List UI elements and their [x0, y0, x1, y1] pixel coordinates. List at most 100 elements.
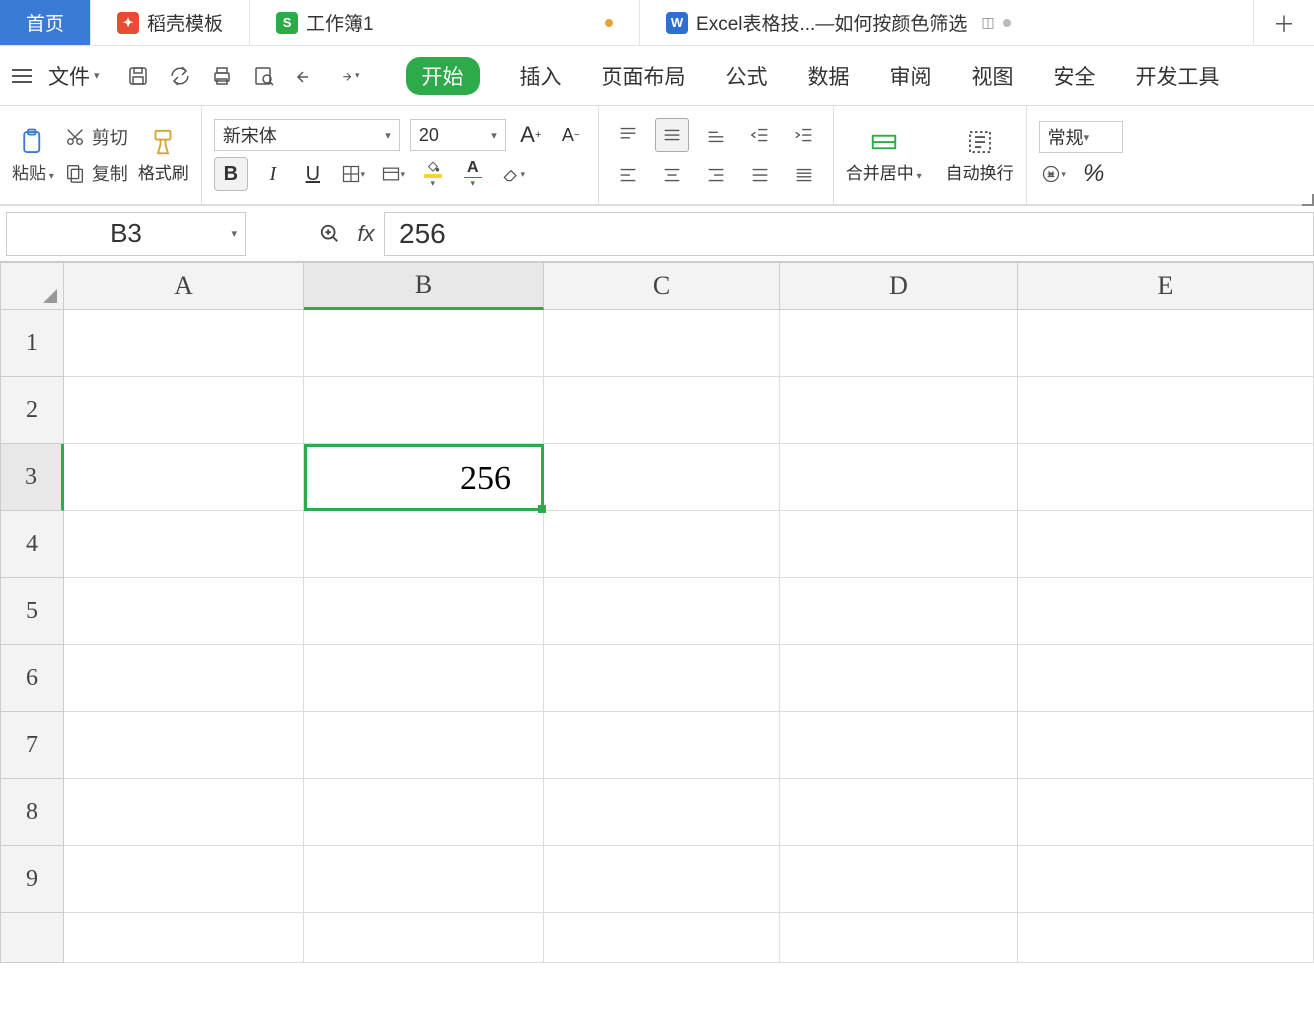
border-button[interactable] [338, 159, 368, 189]
increase-font-button[interactable]: A+ [516, 120, 546, 150]
row-header-5[interactable]: 5 [0, 578, 64, 645]
menu-start[interactable]: 开始 [406, 57, 480, 95]
hamburger-icon[interactable] [4, 69, 32, 83]
cell[interactable] [1018, 578, 1314, 645]
cell[interactable] [304, 645, 544, 712]
format-painter-button[interactable]: 格式刷 [138, 127, 189, 184]
align-left-button[interactable] [611, 158, 645, 192]
menu-view[interactable]: 视图 [972, 61, 1014, 91]
currency-button[interactable] [1039, 159, 1069, 189]
underline-button[interactable]: U [298, 159, 328, 189]
cell-style-button[interactable] [378, 159, 408, 189]
cell[interactable] [304, 310, 544, 377]
italic-button[interactable]: I [258, 159, 288, 189]
justify-button[interactable] [743, 158, 777, 192]
copy-button[interactable]: 复制 [64, 160, 128, 186]
cell[interactable] [304, 712, 544, 779]
fill-color-button[interactable] [418, 159, 448, 189]
share-icon[interactable] [168, 64, 192, 88]
cell[interactable] [304, 846, 544, 913]
cell[interactable] [304, 377, 544, 444]
align-right-button[interactable] [699, 158, 733, 192]
font-color-button[interactable]: A [458, 159, 488, 189]
percent-button[interactable]: % [1079, 159, 1109, 189]
row-header-8[interactable]: 8 [0, 779, 64, 846]
menu-insert[interactable]: 插入 [520, 61, 562, 91]
cell[interactable] [304, 511, 544, 578]
cell[interactable] [1018, 846, 1314, 913]
cell[interactable] [544, 578, 780, 645]
cell[interactable] [1018, 645, 1314, 712]
select-all-corner[interactable] [0, 262, 64, 310]
zoom-icon[interactable] [312, 223, 348, 245]
menu-page-layout[interactable]: 页面布局 [602, 61, 686, 91]
cell[interactable] [64, 511, 304, 578]
fx-icon[interactable]: fx [348, 221, 384, 247]
cell[interactable] [544, 913, 780, 963]
paste-button[interactable]: 粘贴 [12, 127, 54, 184]
row-header-9[interactable]: 9 [0, 846, 64, 913]
col-header-D[interactable]: D [780, 262, 1018, 310]
menu-dev[interactable]: 开发工具 [1136, 61, 1220, 91]
cell[interactable] [780, 444, 1018, 511]
cell[interactable] [1018, 310, 1314, 377]
tab-home[interactable]: 首页 [0, 0, 91, 45]
cell[interactable] [64, 779, 304, 846]
tab-detach-icon[interactable]: ◫ [981, 14, 994, 31]
menu-security[interactable]: 安全 [1054, 61, 1096, 91]
new-tab-button[interactable]: ＋ [1254, 0, 1314, 45]
name-box[interactable]: B3 [6, 212, 246, 256]
merge-center-button[interactable]: 合并居中 [846, 127, 922, 184]
align-middle-button[interactable] [655, 118, 689, 152]
font-select[interactable]: 新宋体 [214, 119, 400, 151]
cell[interactable] [64, 913, 304, 963]
cell[interactable] [780, 377, 1018, 444]
menu-review[interactable]: 审阅 [890, 61, 932, 91]
tab-templates[interactable]: ✦ 稻壳模板 [91, 0, 250, 45]
print-icon[interactable] [210, 64, 234, 88]
decrease-indent-button[interactable] [743, 118, 777, 152]
decrease-font-button[interactable]: A− [556, 120, 586, 150]
row-header-6[interactable]: 6 [0, 645, 64, 712]
cell[interactable] [544, 779, 780, 846]
cell[interactable] [780, 578, 1018, 645]
wrap-text-button[interactable]: 自动换行 [946, 127, 1014, 184]
cell[interactable] [64, 645, 304, 712]
distribute-button[interactable] [787, 158, 821, 192]
cell[interactable] [544, 377, 780, 444]
cell[interactable] [64, 310, 304, 377]
row-header-1[interactable]: 1 [0, 310, 64, 377]
cut-button[interactable]: 剪切 [64, 124, 128, 150]
cell[interactable] [1018, 779, 1314, 846]
cell[interactable] [64, 578, 304, 645]
align-top-button[interactable] [611, 118, 645, 152]
cell[interactable] [544, 645, 780, 712]
cell[interactable] [64, 846, 304, 913]
menu-formula[interactable]: 公式 [726, 61, 768, 91]
cell[interactable] [544, 511, 780, 578]
increase-indent-button[interactable] [787, 118, 821, 152]
col-header-E[interactable]: E [1018, 262, 1314, 310]
row-header-10[interactable] [0, 913, 64, 963]
cell[interactable] [1018, 913, 1314, 963]
cell[interactable] [544, 846, 780, 913]
cell[interactable] [64, 444, 304, 511]
col-header-A[interactable]: A [64, 262, 304, 310]
row-header-3[interactable]: 3 [0, 444, 64, 511]
cell[interactable] [1018, 444, 1314, 511]
row-header-4[interactable]: 4 [0, 511, 64, 578]
cell[interactable] [780, 645, 1018, 712]
file-menu[interactable]: 文件 [38, 61, 110, 91]
row-header-2[interactable]: 2 [0, 377, 64, 444]
cell[interactable] [780, 846, 1018, 913]
save-icon[interactable] [126, 64, 150, 88]
redo-icon[interactable] [336, 64, 360, 88]
cell[interactable] [304, 578, 544, 645]
cell[interactable] [304, 779, 544, 846]
cell[interactable] [780, 712, 1018, 779]
cell[interactable] [780, 511, 1018, 578]
font-size-select[interactable]: 20 [410, 119, 506, 151]
cell[interactable] [780, 779, 1018, 846]
formula-input[interactable]: 256 [384, 212, 1314, 256]
cell[interactable] [544, 444, 780, 511]
